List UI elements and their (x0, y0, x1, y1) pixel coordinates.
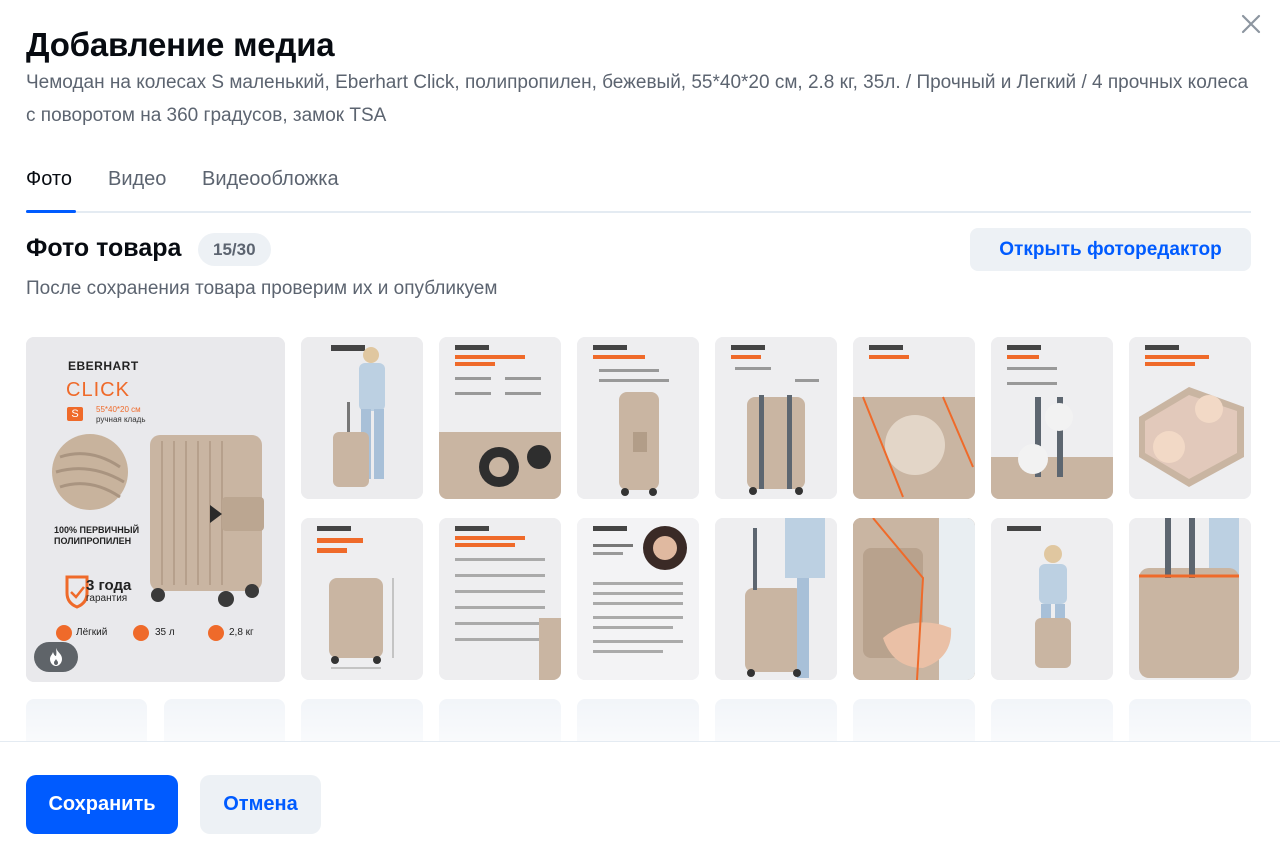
add-media-modal: Добавление медиа Чемодан на колесах S ма… (0, 0, 1280, 852)
photo-thumbnail[interactable] (715, 337, 837, 499)
media-tabs: Фото Видео Видеообложка (26, 164, 1251, 213)
photo-thumbnail[interactable] (1129, 518, 1251, 680)
dimensions-text: 55*40*20 см (96, 405, 141, 414)
product-name: Чемодан на колесах S маленький, Eberhart… (26, 72, 1249, 126)
photo-thumbnail[interactable] (1129, 337, 1251, 499)
modal-title: Добавление медиа (26, 26, 335, 63)
main-photo[interactable]: EBERHART CLICK S 55*40*20 см ручная клад… (26, 337, 285, 682)
photo-count-badge: 15/30 (198, 233, 271, 266)
close-icon (1241, 14, 1261, 37)
tab-video[interactable]: Видео (108, 168, 166, 191)
tab-photo[interactable]: Фото (26, 168, 72, 191)
photo-thumbnail[interactable] (301, 518, 423, 680)
photo-thumbnail[interactable] (301, 337, 423, 499)
section-title: Фото товара (26, 234, 182, 262)
warranty-label: гарантия (86, 593, 128, 604)
model-name: CLICK (66, 379, 130, 401)
photo-thumbnail[interactable] (577, 337, 699, 499)
tab-video-cover[interactable]: Видеообложка (202, 168, 339, 191)
photo-thumbnail[interactable] (577, 518, 699, 680)
photo-thumbnail[interactable] (439, 337, 561, 499)
warranty-years: 3 года (86, 577, 132, 594)
close-button[interactable] (1236, 10, 1266, 40)
feature-weight: 2,8 кг (229, 627, 254, 638)
moderation-hint: После сохранения товара проверим их и оп… (26, 278, 498, 299)
photo-thumbnail[interactable] (853, 337, 975, 499)
photo-thumbnail[interactable] (715, 518, 837, 680)
size-badge: S (67, 407, 83, 421)
material-text: 100% ПЕРВИЧНЫЙ ПОЛИПРОПИЛЕН (54, 525, 140, 546)
open-photo-editor-button[interactable]: Открыть фоторедактор (970, 228, 1251, 271)
feature-light: Лёгкий (76, 627, 108, 638)
active-tab-indicator (26, 210, 76, 213)
carry-on-text: ручная кладь (96, 415, 146, 424)
photo-thumbnail[interactable] (991, 518, 1113, 680)
feature-volume: 35 л (155, 627, 175, 638)
save-button[interactable]: Сохранить (26, 775, 178, 834)
fire-icon (48, 647, 64, 667)
main-photo-badge[interactable] (34, 642, 78, 672)
brand-logo-text: EBERHART (68, 359, 139, 373)
photo-thumbnail[interactable] (439, 518, 561, 680)
photo-thumbnail[interactable] (853, 518, 975, 680)
modal-footer: Сохранить Отмена (0, 741, 1280, 852)
cancel-button[interactable]: Отмена (200, 775, 321, 834)
photo-thumbnail[interactable] (991, 337, 1113, 499)
